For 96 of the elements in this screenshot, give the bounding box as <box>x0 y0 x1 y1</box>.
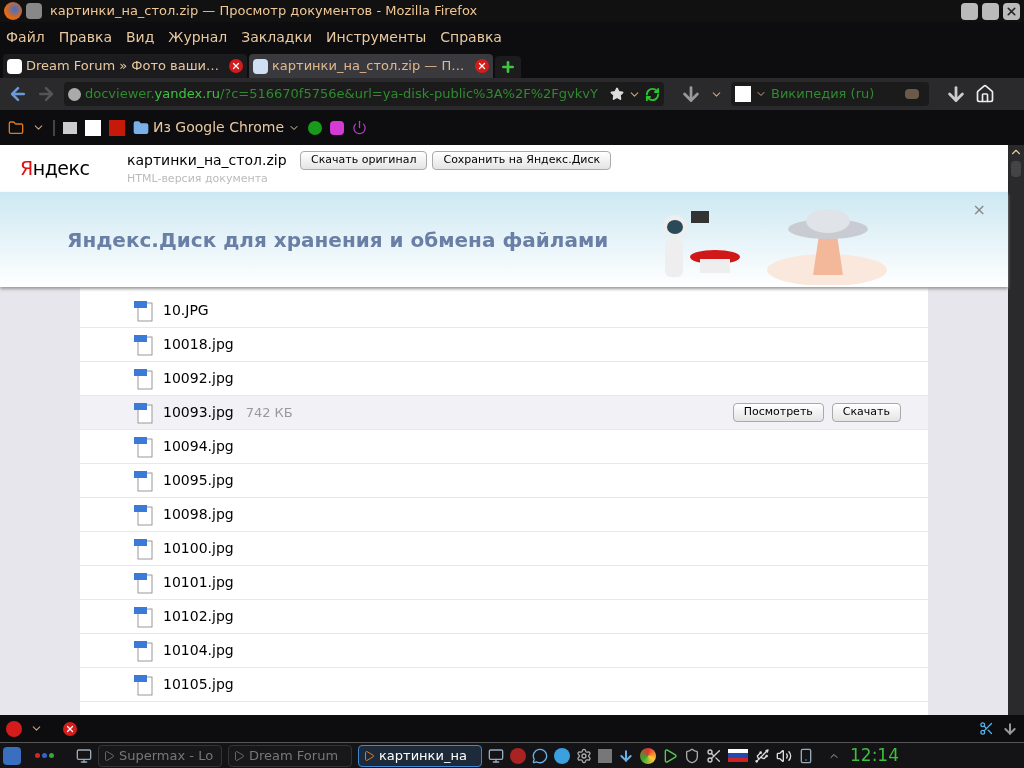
file-name: 10093.jpg <box>163 403 234 422</box>
download-icon[interactable] <box>680 83 702 105</box>
url-text: docviewer.yandex.ru/?c=516670f5756e&url=ya-disk-public%3A%2F%2FgvkvY <box>85 85 599 104</box>
image-file-icon <box>133 639 155 662</box>
shield-icon[interactable] <box>684 747 700 764</box>
banner-heading: Яндекс.Диск для хранения и обмена файлами <box>67 226 610 254</box>
image-file-icon <box>133 469 155 492</box>
file-name: 10095.jpg <box>163 471 234 490</box>
folder-icon[interactable] <box>8 119 24 136</box>
menu-item[interactable]: Правка <box>58 26 112 48</box>
task-button[interactable]: Supermax - Lo <box>98 744 222 767</box>
file-name: 10098.jpg <box>163 505 234 524</box>
home-icon[interactable] <box>975 84 995 104</box>
clock[interactable]: 12:14 <box>850 742 899 768</box>
volume-icon[interactable] <box>776 747 792 764</box>
menu-item[interactable]: Закладки <box>241 26 313 48</box>
task-label: Supermax - Lo <box>119 746 214 765</box>
tray-icon[interactable] <box>598 748 612 763</box>
file-name: 10092.jpg <box>163 369 234 388</box>
file-name: 10102.jpg <box>163 607 234 626</box>
header-button[interactable]: Скачать оригинал <box>300 151 428 170</box>
document-title: картинки_на_стол.zip <box>127 150 288 170</box>
download-icon[interactable] <box>945 83 967 105</box>
chrome-icon[interactable] <box>640 747 656 764</box>
row-button[interactable]: Скачать <box>831 403 901 422</box>
file-name: 10094.jpg <box>163 437 234 456</box>
app-icon <box>233 749 245 762</box>
play-icon[interactable] <box>662 747 678 764</box>
menu-item[interactable]: Инструменты <box>326 26 427 48</box>
download-icon[interactable] <box>618 747 634 764</box>
row-button[interactable]: Посмотреть <box>732 403 824 422</box>
browser-tab[interactable]: Dream Forum » Фото ваши… <box>3 54 247 78</box>
task-label: картинки_на <box>379 746 467 765</box>
close-tab-icon[interactable] <box>63 721 77 736</box>
chat-icon[interactable] <box>532 747 548 764</box>
flag-icon[interactable] <box>728 749 748 762</box>
dots-icon[interactable] <box>35 753 54 758</box>
file-name: 10105.jpg <box>163 675 234 694</box>
image-file-icon <box>133 571 155 594</box>
plus-icon <box>500 59 516 75</box>
document-subtitle: HTML-версия документа <box>127 170 269 187</box>
folder-icon <box>133 119 149 136</box>
image-file-icon <box>133 435 155 458</box>
close-tab-icon[interactable] <box>229 59 243 73</box>
image-file-icon <box>133 333 155 356</box>
scissors-icon[interactable] <box>979 721 994 736</box>
file-size: 742 КБ <box>245 403 293 422</box>
image-file-icon <box>133 503 155 526</box>
close-tab-icon[interactable] <box>475 59 489 73</box>
close-icon[interactable] <box>1003 2 1020 20</box>
task-button[interactable]: картинки_на <box>358 744 482 767</box>
file-name: 10.JPG <box>163 301 209 320</box>
download-icon[interactable] <box>1002 720 1018 737</box>
reload-icon[interactable] <box>645 86 660 102</box>
address-field[interactable]: docviewer.yandex.ru/?c=516670f5756e&url=ya-disk-public%3A%2F%2FgvkvY <box>64 82 664 106</box>
bookmark-star-icon[interactable] <box>610 87 624 101</box>
file-name: 10101.jpg <box>163 573 234 592</box>
tab-title: Dream Forum » Фото ваши… <box>26 57 221 76</box>
scroll-thumb[interactable] <box>1011 161 1021 177</box>
task-label: Dream Forum <box>249 746 339 765</box>
menu-item[interactable]: Справка <box>440 26 502 48</box>
new-tab-button[interactable] <box>495 56 521 78</box>
power-icon[interactable] <box>352 120 368 135</box>
menu-item[interactable]: Журнал <box>168 26 228 48</box>
task-button[interactable]: Dream Forum <box>228 744 352 767</box>
tray-icon[interactable] <box>510 747 526 764</box>
menu-item[interactable]: Вид <box>125 26 155 48</box>
file-row[interactable]: 10093.jpg 742 КБ Посмотреть Скачать <box>80 396 928 430</box>
header-button[interactable]: Сохранить на Яндекс.Диск <box>432 151 612 170</box>
app-icon <box>103 749 115 762</box>
back-icon[interactable] <box>8 84 28 104</box>
bookmark-folder[interactable]: Из Google Chrome <box>133 117 301 138</box>
phone-icon[interactable] <box>798 747 814 764</box>
tab-title: картинки_на_стол.zip — П… <box>272 57 466 76</box>
image-file-icon <box>133 673 155 696</box>
search-field[interactable]: Википедия (ru) <box>771 84 901 104</box>
usb-icon[interactable] <box>754 747 770 764</box>
desktop-icon[interactable] <box>76 747 92 764</box>
browser-tab[interactable]: картинки_на_стол.zip — П… <box>249 54 493 78</box>
window-title: картинки_на_стол.zip — Просмотр документов - Mozilla Firefox <box>50 2 479 21</box>
file-name: 10104.jpg <box>163 641 234 660</box>
file-name: 10100.jpg <box>163 539 234 558</box>
scrollbar[interactable] <box>1008 145 1024 715</box>
scissors-icon[interactable] <box>706 747 722 764</box>
yandex-logo[interactable]: Яндекс <box>0 154 127 183</box>
image-file-icon <box>133 605 155 628</box>
gear-icon[interactable] <box>576 747 592 764</box>
image-file-icon <box>133 299 155 322</box>
file-name: 10018.jpg <box>163 335 234 354</box>
app-icon <box>363 749 375 762</box>
menu-item[interactable]: Файл <box>6 26 45 48</box>
image-file-icon <box>133 537 155 560</box>
search-bar[interactable]: Википедия (ru) <box>731 82 929 106</box>
desktop-icon[interactable] <box>488 747 504 764</box>
image-file-icon <box>133 401 155 424</box>
image-file-icon <box>133 367 155 390</box>
